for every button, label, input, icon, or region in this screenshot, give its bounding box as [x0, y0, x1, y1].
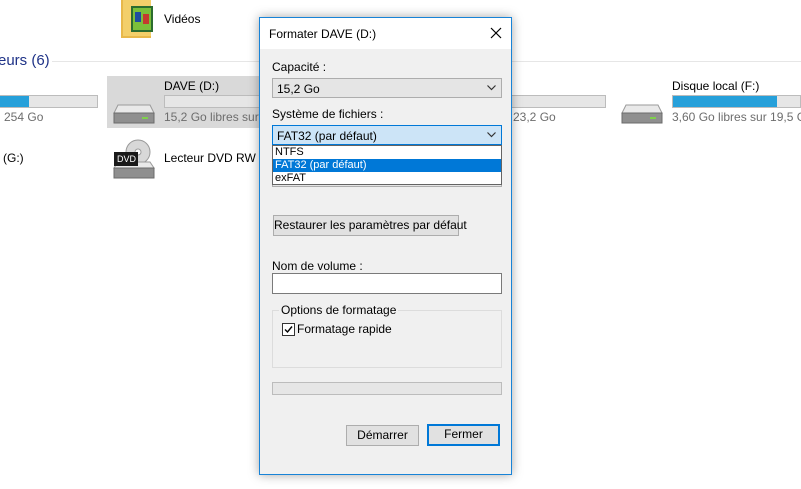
folder-videos-label[interactable]: Vidéos	[164, 12, 200, 26]
quick-format-checkbox[interactable]	[282, 323, 295, 336]
devices-group-header[interactable]: eurs (6)	[0, 52, 50, 69]
format-progress-bar	[272, 382, 502, 395]
drive-left-size: 254 Go	[4, 110, 44, 124]
close-button[interactable]	[481, 18, 511, 49]
dvd-icon-text: DVD	[117, 154, 137, 164]
drive-f-usage-bar	[672, 95, 801, 108]
filesystem-option-exfat[interactable]: exFAT	[273, 172, 501, 185]
capacity-value: 15,2 Go	[277, 82, 320, 96]
drive-f-size: 3,60 Go libres sur 19,5 Go	[672, 110, 801, 124]
quick-format-label[interactable]: Formatage rapide	[297, 322, 392, 336]
chevron-down-icon	[487, 85, 496, 91]
volume-name-label: Nom de volume :	[272, 259, 363, 273]
filesystem-option-fat32[interactable]: FAT32 (par défaut)	[273, 159, 501, 172]
drive-dvd-name[interactable]: Lecteur DVD RW (I	[164, 151, 266, 165]
drive-d-name[interactable]: DAVE (D:)	[164, 79, 219, 93]
drive-f-name[interactable]: Disque local (F:)	[672, 79, 759, 93]
format-options-group: Options de formatage Formatage rapide	[272, 303, 502, 368]
drive-left-usage-fill	[0, 96, 30, 107]
drive-left-usage-bar	[0, 95, 98, 108]
close-dialog-button[interactable]: Fermer	[427, 424, 500, 446]
drive-f-icon	[620, 97, 664, 125]
filesystem-option-ntfs[interactable]: NTFS	[273, 146, 501, 159]
drive-d-icon	[112, 97, 156, 125]
dialog-titlebar[interactable]: Formater DAVE (D:)	[260, 18, 511, 49]
filesystem-dropdown-list: NTFS FAT32 (par défaut) exFAT	[272, 145, 502, 185]
start-button[interactable]: Démarrer	[346, 425, 419, 446]
drive-g-label[interactable]: (G:)	[3, 151, 24, 165]
close-icon	[490, 27, 502, 39]
drive-d-size: 15,2 Go libres sur 1	[164, 110, 269, 124]
capacity-label: Capacité :	[272, 60, 327, 74]
drive-middle-size: 23,2 Go	[513, 110, 556, 124]
drive-d-usage-bar	[164, 95, 262, 108]
filesystem-label: Système de fichiers :	[272, 107, 384, 121]
format-dialog: Formater DAVE (D:) Capacité : 15,2 Go Sy…	[259, 17, 512, 475]
dialog-title: Formater DAVE (D:)	[269, 27, 377, 41]
video-folder-icon[interactable]	[119, 0, 155, 38]
capacity-select[interactable]: 15,2 Go	[272, 78, 502, 98]
filesystem-value: FAT32 (par défaut)	[277, 129, 377, 143]
drive-f-usage-fill	[673, 96, 778, 107]
checkmark-icon	[284, 326, 293, 334]
restore-defaults-button[interactable]: Restaurer les paramètres par défaut	[273, 215, 467, 236]
format-options-legend: Options de formatage	[279, 303, 399, 317]
volume-name-input[interactable]	[272, 273, 502, 294]
filesystem-select[interactable]: FAT32 (par défaut)	[272, 125, 502, 145]
dvd-drive-icon: DVD	[112, 138, 156, 182]
chevron-down-icon	[487, 132, 496, 138]
drive-middle-usage-bar	[509, 95, 606, 108]
